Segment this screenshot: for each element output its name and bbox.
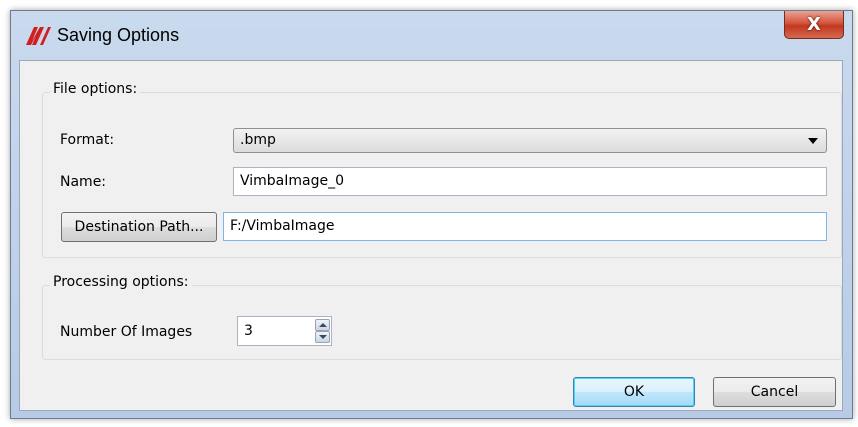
processing-options-title: Processing options: (50, 274, 192, 290)
stepper-buttons (315, 319, 330, 343)
name-label: Name: (60, 174, 107, 190)
number-of-images-label: Number Of Images (60, 324, 193, 340)
destination-path-field[interactable]: F:/VimbaImage (223, 212, 827, 241)
dialog-body: File options: Format: .bmp Name: VimbaIm… (19, 60, 843, 411)
format-dropdown[interactable]: .bmp (233, 128, 827, 153)
ok-button[interactable]: OK (573, 377, 695, 407)
destination-path-button[interactable]: Destination Path... (61, 212, 217, 242)
close-button[interactable]: X (784, 11, 844, 39)
increment-button[interactable] (315, 319, 330, 331)
chevron-up-icon (318, 323, 327, 327)
processing-options-group (42, 285, 842, 360)
number-of-images-stepper[interactable]: 3 (237, 316, 332, 346)
chevron-down-icon (808, 138, 818, 144)
vimba-logo-icon (26, 27, 51, 45)
decrement-button[interactable] (315, 331, 330, 343)
number-of-images-value: 3 (244, 323, 253, 339)
name-field[interactable]: VimbaImage_0 (233, 167, 827, 196)
format-label: Format: (60, 132, 115, 148)
format-value: .bmp (240, 132, 276, 148)
title-bar[interactable]: Saving Options X (11, 11, 852, 61)
cancel-button[interactable]: Cancel (713, 377, 836, 407)
file-options-title: File options: (50, 81, 141, 97)
chevron-down-icon (318, 335, 327, 339)
window-title: Saving Options (57, 25, 180, 45)
close-icon: X (807, 14, 821, 35)
saving-options-dialog: Saving Options X File options: Format: .… (10, 10, 853, 419)
